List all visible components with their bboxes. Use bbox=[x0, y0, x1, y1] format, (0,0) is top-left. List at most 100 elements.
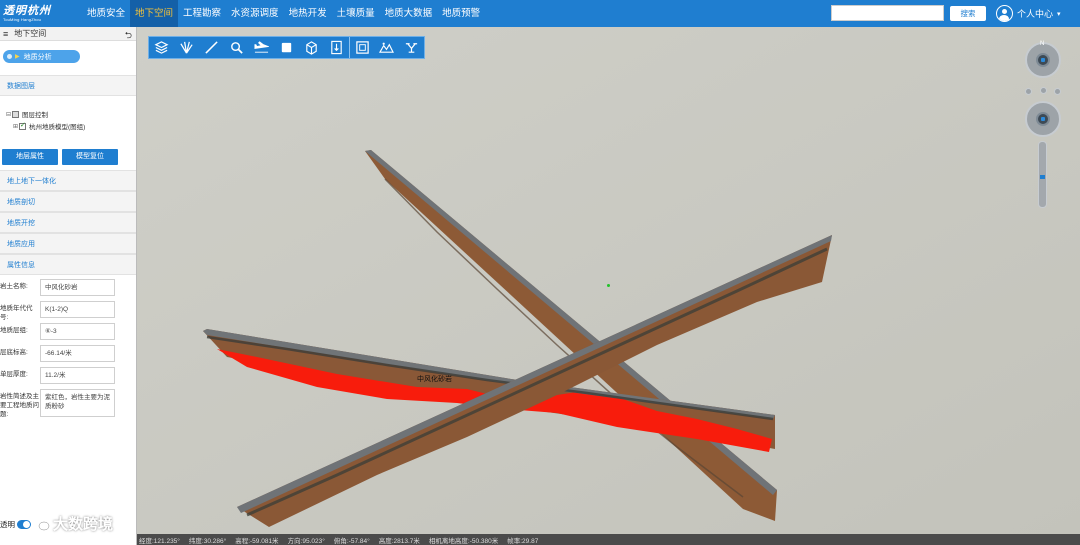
sidebar-header: ≡ 地下空间 ⮌ bbox=[0, 27, 136, 41]
chevron-down-icon: ▾ bbox=[1057, 10, 1061, 18]
model-reset-button[interactable]: 模型复位 bbox=[62, 149, 118, 165]
landscape-icon[interactable] bbox=[374, 37, 399, 58]
nav-engineering-survey[interactable]: 工程勘察 bbox=[178, 0, 226, 27]
toggle-label: 透明 bbox=[0, 520, 15, 529]
sidebar-title: 地下空间 bbox=[14, 29, 47, 38]
pan-center-icon[interactable] bbox=[1036, 112, 1050, 126]
layers-icon[interactable] bbox=[149, 37, 174, 58]
magnifier-icon[interactable] bbox=[224, 37, 249, 58]
plane-icon[interactable] bbox=[249, 37, 274, 58]
status-latitude: 纬度:30.286° bbox=[188, 537, 227, 545]
zoom-thumb[interactable] bbox=[1040, 175, 1045, 179]
tree-item-label: 图层控制 bbox=[22, 112, 48, 119]
status-pitch: 俯角:-57.84° bbox=[333, 537, 370, 545]
checkbox-checked[interactable] bbox=[19, 121, 26, 130]
attribute-panel: 岩土名称: 中风化砂岩 地质年代代号: K(1-2)Q 地质层组: ⑥-3 层底… bbox=[0, 275, 136, 419]
ruler-icon[interactable] bbox=[324, 37, 349, 58]
geology-analysis-pill[interactable]: ▶ 地质分析 bbox=[3, 50, 80, 63]
prop-thickness: 单层厚度: 11.2/米 bbox=[0, 367, 136, 388]
nav-geo-warning[interactable]: 地质预警 bbox=[437, 0, 485, 27]
pill-label: 地质分析 bbox=[23, 53, 52, 61]
layer-buttons: 地层属性 模型复位 bbox=[0, 146, 136, 170]
nav-water-dispatch[interactable]: 水资源调度 bbox=[226, 0, 284, 27]
play-icon: ▶ bbox=[15, 54, 20, 60]
scene-label: 中风化砂岩 bbox=[417, 376, 452, 383]
watermark-text: 大数跨境 bbox=[53, 516, 114, 533]
cube-icon[interactable] bbox=[299, 37, 324, 58]
nav-geothermal[interactable]: 地热开发 bbox=[284, 0, 332, 27]
tree-item-label: 杭州地质模型(图组) bbox=[29, 124, 86, 131]
section-attribute-info[interactable]: 属性信息 bbox=[0, 254, 136, 275]
status-fps: 帧率:29.87 bbox=[507, 537, 539, 545]
reset-view-button[interactable] bbox=[1040, 87, 1047, 94]
prop-value: 紫红色，岩性主要为泥质粉砂 bbox=[40, 389, 115, 417]
toggle-switch[interactable] bbox=[17, 520, 31, 529]
section-geo-cut[interactable]: 地质剖切 bbox=[0, 191, 136, 212]
transparency-toggle[interactable]: 透明 bbox=[0, 519, 31, 530]
layer-tree: ⊟ 图层控制 ⊞ 杭州地质模型(图组) bbox=[0, 96, 136, 146]
focus-point bbox=[607, 284, 610, 287]
compass-center-icon[interactable] bbox=[1036, 53, 1050, 67]
compass-control[interactable]: N bbox=[1025, 41, 1061, 78]
tree-item-hangzhou-model[interactable]: ⊞ 杭州地质模型(图组) bbox=[6, 120, 136, 132]
geology-3d-scene[interactable] bbox=[137, 27, 1080, 534]
user-center-label: 个人中心 bbox=[1017, 9, 1054, 19]
north-label: N bbox=[1040, 41, 1045, 47]
menu-icon[interactable]: ≡ bbox=[3, 29, 8, 39]
square-icon[interactable] bbox=[274, 37, 299, 58]
prop-label: 岩性简述及主要工程地质问题: bbox=[0, 393, 39, 418]
prop-label: 地质年代代号: bbox=[0, 305, 33, 321]
top-bar: 透明杭州 TouMing HangZhou 地质安全 地下空间 工程勘察 水资源… bbox=[0, 0, 1080, 27]
brush-icon[interactable] bbox=[199, 37, 224, 58]
nav-geology-safety[interactable]: 地质安全 bbox=[82, 0, 130, 27]
prop-value: K(1-2)Q bbox=[40, 301, 115, 318]
status-height: 高度:2813.7米 bbox=[378, 537, 420, 545]
expand-icon[interactable]: ⊞ bbox=[13, 123, 18, 130]
prop-value: ⑥-3 bbox=[40, 323, 115, 340]
fan-icon[interactable] bbox=[174, 37, 199, 58]
section-data-layers[interactable]: 数据图层 bbox=[0, 75, 136, 96]
search-field[interactable] bbox=[831, 5, 944, 21]
section-integration[interactable]: 地上地下一体化 bbox=[0, 170, 136, 191]
search-input[interactable] bbox=[832, 6, 943, 20]
zoom-slider[interactable] bbox=[1038, 141, 1047, 208]
back-icon[interactable]: ⮌ bbox=[125, 28, 132, 44]
user-avatar-icon bbox=[996, 5, 1013, 22]
prop-label: 层底标高: bbox=[0, 349, 28, 356]
radio-dot-icon bbox=[7, 54, 12, 59]
main-nav: 地质安全 地下空间 工程勘察 水资源调度 地热开发 土壤质量 地质大数据 地质预… bbox=[82, 0, 485, 27]
app-logo[interactable]: 透明杭州 TouMing HangZhou bbox=[0, 0, 82, 27]
pan-control[interactable] bbox=[1025, 101, 1061, 137]
frame-icon[interactable] bbox=[349, 37, 374, 58]
prop-label: 地质层组: bbox=[0, 327, 28, 334]
wechat-icon bbox=[33, 517, 50, 530]
rotate-right-button[interactable] bbox=[1054, 88, 1061, 95]
collapse-icon[interactable]: ⊟ bbox=[6, 111, 11, 118]
status-longitude: 经度:121.235° bbox=[139, 537, 180, 545]
tree-item-layer-control[interactable]: ⊟ 图层控制 bbox=[6, 108, 136, 120]
logo-text: 透明杭州 bbox=[3, 4, 51, 17]
drone-icon[interactable] bbox=[399, 37, 424, 58]
logo-subtext: TouMing HangZhou bbox=[3, 17, 42, 22]
layer-properties-button[interactable]: 地层属性 bbox=[2, 149, 58, 165]
prop-value: -66.14/米 bbox=[40, 345, 115, 362]
search-button[interactable]: 搜索 bbox=[950, 6, 986, 21]
status-bar: 经度:121.235° 纬度:30.286° 高程:-59.081米 方向:95… bbox=[137, 534, 1080, 545]
prop-geo-layer: 地质层组: ⑥-3 bbox=[0, 323, 136, 344]
checkbox[interactable] bbox=[12, 110, 19, 118]
map-viewport[interactable] bbox=[137, 27, 1080, 534]
prop-label: 单层厚度: bbox=[0, 371, 28, 378]
prop-bottom-elevation: 层底标高: -66.14/米 bbox=[0, 345, 136, 366]
nav-underground-space[interactable]: 地下空间 bbox=[130, 0, 179, 27]
status-elevation: 高程:-59.081米 bbox=[235, 537, 279, 545]
nav-soil-quality[interactable]: 土壤质量 bbox=[332, 0, 380, 27]
prop-value: 11.2/米 bbox=[40, 367, 115, 384]
sidebar: ≡ 地下空间 ⮌ ▶ 地质分析 数据图层 ⊟ 图层控制 ⊞ 杭州地质模型(图组)… bbox=[0, 27, 137, 545]
nav-geo-big-data[interactable]: 地质大数据 bbox=[380, 0, 438, 27]
status-camera-height: 相机离地高度:-50.380米 bbox=[428, 537, 499, 545]
section-geo-application[interactable]: 地质应用 bbox=[0, 233, 136, 254]
section-geo-excavation[interactable]: 地质开挖 bbox=[0, 212, 136, 233]
user-center[interactable]: 个人中心 ▾ bbox=[996, 4, 1061, 23]
rotate-left-button[interactable] bbox=[1025, 88, 1032, 95]
prop-geo-age: 地质年代代号: K(1-2)Q bbox=[0, 301, 136, 322]
